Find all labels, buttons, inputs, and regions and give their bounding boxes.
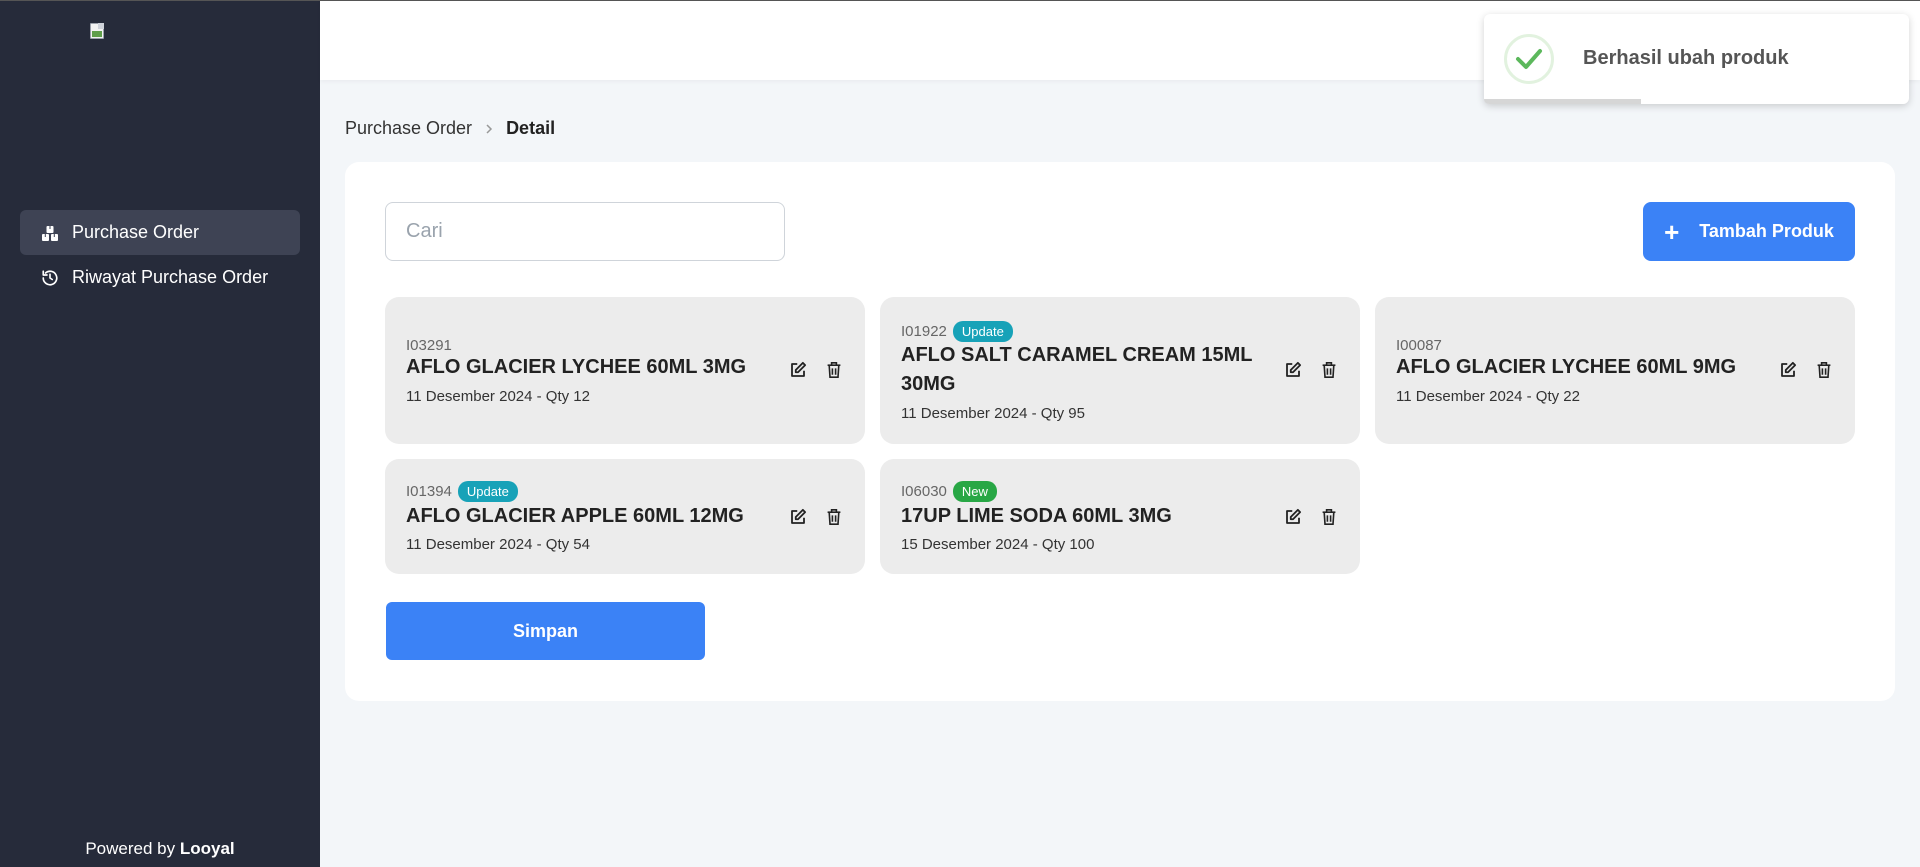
sidebar-nav: Purchase Order Riwayat Purchase Order (20, 210, 300, 300)
sidebar: Purchase Order Riwayat Purchase Order Po… (0, 0, 320, 867)
product-code: I01922 (901, 323, 947, 340)
sidebar-item-label: Riwayat Purchase Order (72, 267, 269, 287)
toast-message: Berhasil ubah produk (1583, 47, 1789, 69)
product-name: AFLO GLACIER LYCHEE 60ML 9MG (1396, 356, 1737, 378)
product-meta: 15 Desember 2024 - Qty 100 (901, 536, 1095, 553)
trash-icon[interactable] (1318, 506, 1340, 528)
product-card: I01394 Update AFLO GLACIER APPLE 60ML 12… (385, 459, 865, 574)
add-product-label: Tambah Produk (1699, 221, 1834, 241)
powered-by-prefix: Powered by (85, 839, 176, 858)
check-circle-icon (1504, 34, 1554, 84)
toast-progress-bar (1484, 99, 1642, 104)
product-card: I06030 New 17UP LIME SODA 60ML 3MG 15 De… (880, 459, 1360, 574)
edit-icon[interactable] (787, 359, 809, 381)
edit-icon[interactable] (787, 506, 809, 528)
plus-icon: + (1664, 216, 1680, 247)
save-button[interactable]: Simpan (386, 602, 705, 660)
product-name: AFLO GLACIER LYCHEE 60ML 3MG (406, 356, 747, 378)
product-name: AFLO GLACIER APPLE 60ML 12MG (406, 505, 744, 527)
product-card: I00087 AFLO GLACIER LYCHEE 60ML 9MG 11 D… (1375, 297, 1855, 444)
sidebar-item-riwayat-purchase-order[interactable]: Riwayat Purchase Order (20, 255, 300, 300)
breadcrumb-current: Detail (506, 118, 556, 138)
powered-by: Powered by Looyal (0, 839, 320, 859)
product-card: I03291 AFLO GLACIER LYCHEE 60ML 3MG 11 D… (385, 297, 865, 444)
trash-icon[interactable] (1813, 359, 1835, 381)
edit-icon[interactable] (1282, 359, 1304, 381)
breadcrumb: Purchase Order Detail (345, 118, 555, 139)
trash-icon[interactable] (1318, 359, 1340, 381)
chevron-right-icon (484, 123, 494, 135)
edit-icon[interactable] (1777, 359, 1799, 381)
boxes-icon (40, 223, 60, 243)
broken-logo-image (90, 23, 110, 43)
trash-icon[interactable] (823, 359, 845, 381)
product-meta: 11 Desember 2024 - Qty 54 (406, 536, 590, 553)
product-meta: 11 Desember 2024 - Qty 95 (901, 405, 1085, 422)
trash-icon[interactable] (823, 506, 845, 528)
search-input[interactable] (385, 202, 785, 261)
edit-icon[interactable] (1282, 506, 1304, 528)
sidebar-item-label: Purchase Order (72, 222, 200, 242)
product-meta: 11 Desember 2024 - Qty 12 (406, 388, 590, 405)
product-card: I01922 Update AFLO SALT CARAMEL CREAM 15… (880, 297, 1360, 444)
product-code: I03291 (406, 337, 452, 354)
product-code: I01394 (406, 483, 452, 500)
product-name: 17UP LIME SODA 60ML 3MG (901, 505, 1172, 527)
success-toast[interactable]: Berhasil ubah produk (1484, 14, 1909, 104)
product-name: AFLO SALT CARAMEL CREAM 15ML 30MG (901, 344, 1253, 395)
status-badge: Update (457, 481, 518, 502)
sidebar-item-purchase-order[interactable]: Purchase Order (20, 210, 300, 255)
powered-by-brand: Looyal (179, 839, 235, 858)
status-badge: New (952, 481, 997, 502)
breadcrumb-parent[interactable]: Purchase Order (345, 118, 472, 139)
status-badge: Update (952, 321, 1013, 342)
add-product-button[interactable]: + Tambah Produk (1643, 202, 1855, 261)
history-icon (40, 268, 60, 288)
product-code: I06030 (901, 483, 947, 500)
main-panel: + Tambah Produk I03291 AFLO GLACIER LYCH… (345, 162, 1895, 701)
product-meta: 11 Desember 2024 - Qty 22 (1396, 388, 1580, 405)
product-code: I00087 (1396, 337, 1442, 354)
